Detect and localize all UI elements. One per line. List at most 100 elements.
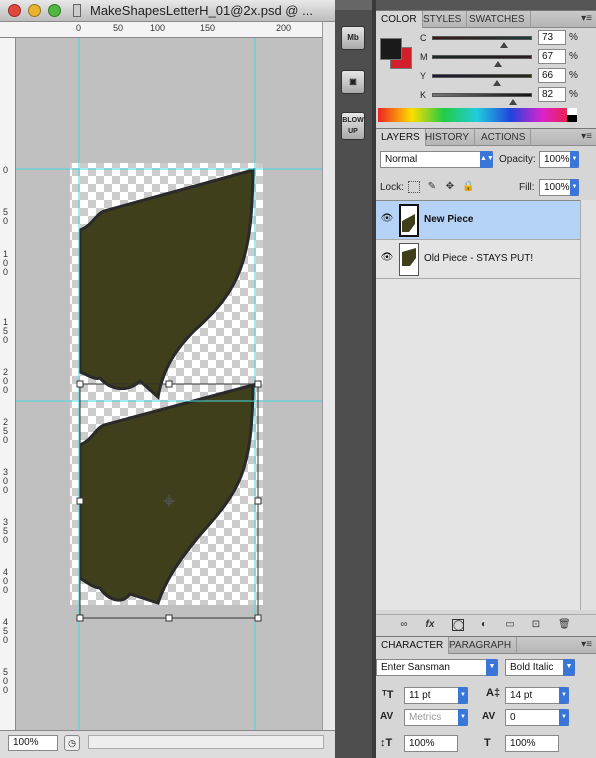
visibility-eye-icon[interactable]: 👁 xyxy=(380,253,394,263)
font-family-select[interactable]: Enter Sansman ▼ xyxy=(376,659,498,676)
opacity-field[interactable]: 100% ▼ xyxy=(539,151,579,168)
horizontal-scrollbar[interactable] xyxy=(88,735,324,749)
character-panel-tabs: CHARACTER PARAGRAPH ▾≡ xyxy=(376,636,596,654)
delete-layer-trash-icon[interactable]: 🗑 xyxy=(558,619,571,631)
add-mask-icon[interactable]: ◯ xyxy=(452,619,464,631)
channel-k-slider[interactable] xyxy=(432,93,532,97)
layer-style-fx-icon[interactable]: fx xyxy=(424,619,436,631)
visibility-eye-icon[interactable]: 👁 xyxy=(380,214,394,224)
slider-thumb-icon[interactable] xyxy=(509,99,517,105)
layer-row[interactable]: 👁 Old Piece - STAYS PUT! xyxy=(376,240,580,279)
fill-field[interactable]: 100% ▼ xyxy=(539,179,579,196)
foreground-color-swatch[interactable] xyxy=(380,38,402,60)
layer-name[interactable]: Old Piece - STAYS PUT! xyxy=(424,253,533,264)
title-bar[interactable]: MakeShapesLetterH_01@2x.psd @ ... xyxy=(0,0,335,22)
fill-label: Fill: xyxy=(519,182,535,193)
vertical-scrollbar[interactable] xyxy=(322,22,335,730)
tab-layers[interactable]: LAYERS xyxy=(376,129,426,146)
lock-image-brush-icon[interactable]: ✎ xyxy=(426,181,438,193)
channel-c-slider[interactable] xyxy=(432,36,532,40)
chevron-down-icon: ▼ xyxy=(559,687,569,704)
tab-actions[interactable]: ACTIONS xyxy=(476,129,532,146)
adjustment-layer-icon[interactable]: ◐ xyxy=(478,619,490,631)
horizontal-scale-icon: T xyxy=(484,737,491,749)
close-window-icon[interactable] xyxy=(8,4,21,17)
canvas-artwork[interactable] xyxy=(16,38,322,730)
vertical-scale-value: 100% xyxy=(409,738,435,749)
lock-transparency-icon[interactable] xyxy=(408,181,420,193)
ruler-tick-label: 150 xyxy=(200,23,216,33)
chevron-down-icon: ▼ xyxy=(563,659,575,676)
channel-y-value[interactable]: 66 xyxy=(538,68,566,83)
channel-k-value[interactable]: 82 xyxy=(538,87,566,102)
lock-all-icon[interactable]: 🔒 xyxy=(462,181,474,193)
layers-list: 👁 New Piece 👁 Old Piece - STAYS PUT! xyxy=(376,200,580,610)
document-canvas[interactable] xyxy=(16,38,322,730)
leading-field[interactable]: 14 pt ▼ xyxy=(505,687,569,704)
opacity-label: Opacity: xyxy=(499,154,536,165)
horizontal-ruler[interactable]: 0 50 100 150 200 xyxy=(0,22,322,38)
slider-thumb-icon[interactable] xyxy=(494,61,502,67)
minimize-window-icon[interactable] xyxy=(28,4,41,17)
tab-character[interactable]: CHARACTER xyxy=(376,637,450,654)
blend-mode-select[interactable]: Normal ▲▼ xyxy=(380,151,494,168)
tab-paragraph[interactable]: PARAGRAPH xyxy=(444,637,518,654)
tab-swatches[interactable]: SWATCHES xyxy=(464,11,531,28)
unit-label: % xyxy=(569,51,578,62)
document-proxy-icon[interactable] xyxy=(73,4,81,17)
tracking-field[interactable]: 0 ▼ xyxy=(505,709,569,726)
fill-value: 100% xyxy=(544,182,570,193)
font-style-select[interactable]: Bold Italic ▼ xyxy=(505,659,575,676)
slider-thumb-icon[interactable] xyxy=(493,80,501,86)
kerning-field[interactable]: Metrics ▼ xyxy=(404,709,468,726)
color-spectrum-bar[interactable] xyxy=(378,108,576,122)
photo-icon[interactable]: ▣ xyxy=(341,70,365,94)
horizontal-scale-field[interactable]: 100% xyxy=(505,735,559,752)
tab-styles[interactable]: STYLES xyxy=(418,11,468,28)
ruler-tick-label: 3 0 0 xyxy=(3,467,9,495)
status-menu-icon[interactable]: ◷ xyxy=(64,735,80,751)
dock-header[interactable] xyxy=(335,0,372,10)
ruler-tick-label: 1 5 0 xyxy=(3,317,9,345)
color-panel-tabs: COLOR STYLES SWATCHES ▾≡ xyxy=(376,10,596,28)
ruler-tick-label: 2 5 0 xyxy=(3,417,9,445)
black-white-ramp[interactable] xyxy=(567,108,577,122)
font-size-field[interactable]: 11 pt ▼ xyxy=(404,687,468,704)
font-size-value: 11 pt xyxy=(409,690,431,701)
zoom-field[interactable]: 100% xyxy=(8,735,58,751)
lock-position-move-icon[interactable]: ✥ xyxy=(444,181,456,193)
ruler-tick-label: 1 0 0 xyxy=(3,249,9,277)
layer-row[interactable]: 👁 New Piece xyxy=(376,201,580,240)
tab-history[interactable]: HISTORY xyxy=(420,129,476,146)
channel-y-slider[interactable] xyxy=(432,74,532,78)
layer-name[interactable]: New Piece xyxy=(424,214,473,225)
ruler-tick-label: 3 5 0 xyxy=(3,517,9,545)
channel-c-value[interactable]: 73 xyxy=(538,30,566,45)
slider-thumb-icon[interactable] xyxy=(500,42,508,48)
tracking-icon: AV xyxy=(482,711,496,722)
chevron-down-icon: ▼ xyxy=(559,709,569,726)
link-layers-icon[interactable]: ∞ xyxy=(398,619,410,631)
channel-m-value[interactable]: 67 xyxy=(538,49,566,64)
channel-m-slider[interactable] xyxy=(432,55,532,59)
panel-menu-icon[interactable]: ▾≡ xyxy=(581,131,592,142)
panel-header-strip[interactable] xyxy=(376,0,596,10)
zoom-window-icon[interactable] xyxy=(48,4,61,17)
layers-scrollbar[interactable] xyxy=(580,200,596,610)
kerning-icon: AV xyxy=(380,711,394,722)
vertical-ruler[interactable]: 0 5 0 1 0 0 1 5 0 2 0 0 2 5 0 3 0 0 3 5 … xyxy=(0,38,16,730)
panel-menu-icon[interactable]: ▾≡ xyxy=(581,13,592,24)
vertical-scale-field[interactable]: 100% xyxy=(404,735,458,752)
mini-bridge-icon[interactable]: Mb xyxy=(341,26,365,50)
chevron-down-icon: ▼ xyxy=(458,709,468,726)
new-group-folder-icon[interactable]: ▭ xyxy=(504,619,516,631)
blowup-icon[interactable]: BLOW UP xyxy=(341,112,365,140)
panel-menu-icon[interactable]: ▾≡ xyxy=(581,639,592,650)
tab-color[interactable]: COLOR xyxy=(376,11,423,28)
unit-label: % xyxy=(569,89,578,100)
chevron-down-icon: ▼ xyxy=(486,659,498,676)
font-size-icon: ᵀT xyxy=(382,689,394,701)
new-layer-icon[interactable]: ⊡ xyxy=(530,619,542,631)
ruler-tick-label: 200 xyxy=(276,23,292,33)
ruler-tick-label: 100 xyxy=(150,23,166,33)
